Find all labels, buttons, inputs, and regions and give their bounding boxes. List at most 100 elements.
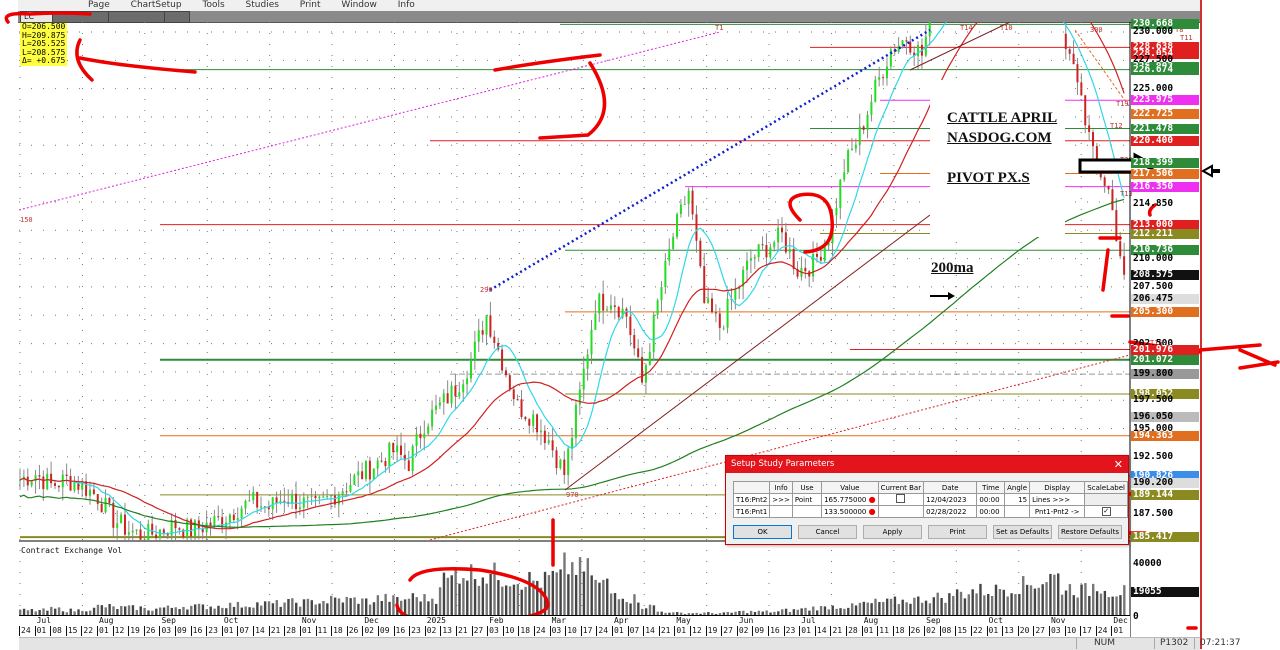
close-icon[interactable]: ✕ bbox=[1114, 456, 1123, 473]
price-chart[interactable]: T1T10T11T19T12T20T13T16T14T8150290970300 bbox=[0, 0, 1280, 649]
candle-body bbox=[613, 305, 616, 307]
candle-body bbox=[357, 471, 360, 476]
volume-bar bbox=[959, 591, 963, 617]
header-use: Use bbox=[791, 481, 823, 494]
candle-body bbox=[1103, 177, 1106, 186]
row-value[interactable]: 133.500000 ● bbox=[821, 505, 879, 518]
candle-body bbox=[839, 179, 842, 209]
day-tick-label: 16 bbox=[190, 626, 203, 636]
set-defaults-button[interactable]: Set as Defaults bbox=[993, 525, 1052, 539]
candle-body bbox=[434, 405, 437, 410]
candle-body bbox=[469, 359, 472, 379]
candle-body bbox=[508, 375, 511, 390]
dialog-title: Setup Study Parameters bbox=[731, 459, 835, 469]
day-tick-label: 14 bbox=[814, 626, 827, 636]
row-time[interactable]: 00:00 bbox=[976, 493, 1006, 506]
day-tick-label: 21 bbox=[268, 626, 281, 636]
table-row[interactable]: T16:Pnt2 >>> Point 165.775000 ● 12/04/20… bbox=[732, 493, 1128, 506]
value-text[interactable]: 133.500000 bbox=[824, 508, 866, 516]
row-angle[interactable]: 15 bbox=[1004, 493, 1031, 506]
candle-body bbox=[757, 244, 760, 258]
row-display[interactable]: Pnt1-Pnt2 -> bbox=[1029, 505, 1086, 518]
candle-body bbox=[714, 312, 717, 314]
volume-bar bbox=[1057, 573, 1060, 617]
volume-bar bbox=[1088, 595, 1091, 617]
candle-body bbox=[42, 476, 45, 490]
volume-bar bbox=[948, 593, 951, 617]
current-bar-checkbox[interactable] bbox=[896, 494, 906, 503]
row-display[interactable]: Lines >>> bbox=[1029, 493, 1086, 506]
candle-body bbox=[843, 172, 846, 180]
row-date[interactable]: 12/04/2023 bbox=[923, 493, 978, 506]
row-angle[interactable] bbox=[1004, 505, 1031, 518]
candle-body bbox=[1076, 64, 1079, 83]
volume-bar bbox=[590, 575, 593, 617]
row-info[interactable] bbox=[769, 505, 793, 518]
ok-button[interactable]: OK bbox=[733, 525, 792, 539]
day-tick-label: 17 bbox=[1080, 626, 1092, 636]
trendline-blue bbox=[489, 28, 931, 292]
candle-body bbox=[178, 528, 181, 530]
month-tick-label: Jun bbox=[738, 616, 754, 625]
day-tick-label: 01 bbox=[799, 626, 811, 636]
cancel-button[interactable]: Cancel bbox=[798, 525, 857, 539]
row-scalelabel bbox=[1084, 493, 1128, 506]
candle-body bbox=[252, 491, 255, 501]
row-use[interactable] bbox=[791, 505, 823, 518]
candle-body bbox=[38, 475, 41, 477]
volume-bar bbox=[1060, 594, 1064, 617]
volume-bar bbox=[1033, 588, 1037, 617]
volume-bar bbox=[967, 594, 971, 617]
note-nasdog: NASDOG.COM bbox=[947, 130, 1052, 146]
row-info[interactable]: >>> bbox=[769, 493, 793, 506]
trend-label: T14 bbox=[960, 24, 973, 32]
volume-bar bbox=[1053, 574, 1056, 617]
month-tick-label: Jul bbox=[801, 616, 816, 625]
day-tick-label: 15 bbox=[65, 626, 78, 636]
header-current-bar: Current Bar bbox=[877, 481, 925, 494]
candle-body bbox=[283, 500, 286, 502]
volume-bar bbox=[528, 571, 531, 617]
candle-body bbox=[248, 500, 251, 502]
candle-body bbox=[761, 244, 764, 246]
row-use[interactable]: Point bbox=[791, 493, 823, 506]
scalelabel-checkbox-checked[interactable]: ✓ bbox=[1101, 507, 1111, 516]
print-button[interactable]: Print bbox=[928, 525, 987, 539]
red-annotation-stroke bbox=[788, 192, 834, 254]
apply-button[interactable]: Apply bbox=[863, 525, 922, 539]
day-tick-label: 18 bbox=[518, 626, 531, 636]
day-tick-label: 18 bbox=[892, 626, 905, 636]
candle-body bbox=[668, 248, 671, 261]
candle-body bbox=[547, 440, 550, 444]
volume-bar bbox=[1002, 589, 1005, 617]
row-current-bar[interactable] bbox=[877, 493, 925, 506]
candle-body bbox=[341, 491, 344, 495]
candle-body bbox=[683, 203, 686, 205]
volume-bar bbox=[1025, 584, 1029, 617]
candle-body bbox=[734, 289, 737, 300]
volume-bar bbox=[1107, 597, 1110, 617]
row-date[interactable]: 02/28/2022 bbox=[923, 505, 978, 518]
candle-body bbox=[1084, 95, 1087, 126]
candle-body bbox=[314, 495, 317, 499]
row-value[interactable]: 165.775000 ● bbox=[821, 493, 879, 506]
price-scale-label: 192.500 bbox=[1133, 450, 1174, 462]
day-tick-label: 10 bbox=[502, 626, 515, 636]
volume-bar bbox=[462, 578, 465, 617]
value-text[interactable]: 165.775000 bbox=[824, 496, 866, 504]
day-tick-label: 01 bbox=[612, 626, 624, 636]
candle-body bbox=[1111, 189, 1114, 211]
candle-body bbox=[46, 473, 49, 490]
candle-body bbox=[438, 402, 441, 406]
table-row[interactable]: T16:Pnt1 133.500000 ● 02/28/2022 00:00 P… bbox=[732, 505, 1128, 518]
day-tick-label: 10 bbox=[1064, 626, 1077, 636]
day-tick-label: 11 bbox=[315, 626, 328, 636]
candle-body bbox=[361, 471, 364, 480]
candle-body bbox=[123, 514, 126, 535]
row-time[interactable]: 00:00 bbox=[976, 505, 1006, 518]
volume-bar bbox=[975, 593, 978, 617]
restore-defaults-button[interactable]: Restore Defaults bbox=[1058, 525, 1122, 539]
dialog-title-bar[interactable]: Setup Study Parameters ✕ bbox=[726, 456, 1128, 473]
candle-body bbox=[753, 257, 756, 259]
row-scalelabel[interactable]: ✓ bbox=[1084, 505, 1128, 518]
